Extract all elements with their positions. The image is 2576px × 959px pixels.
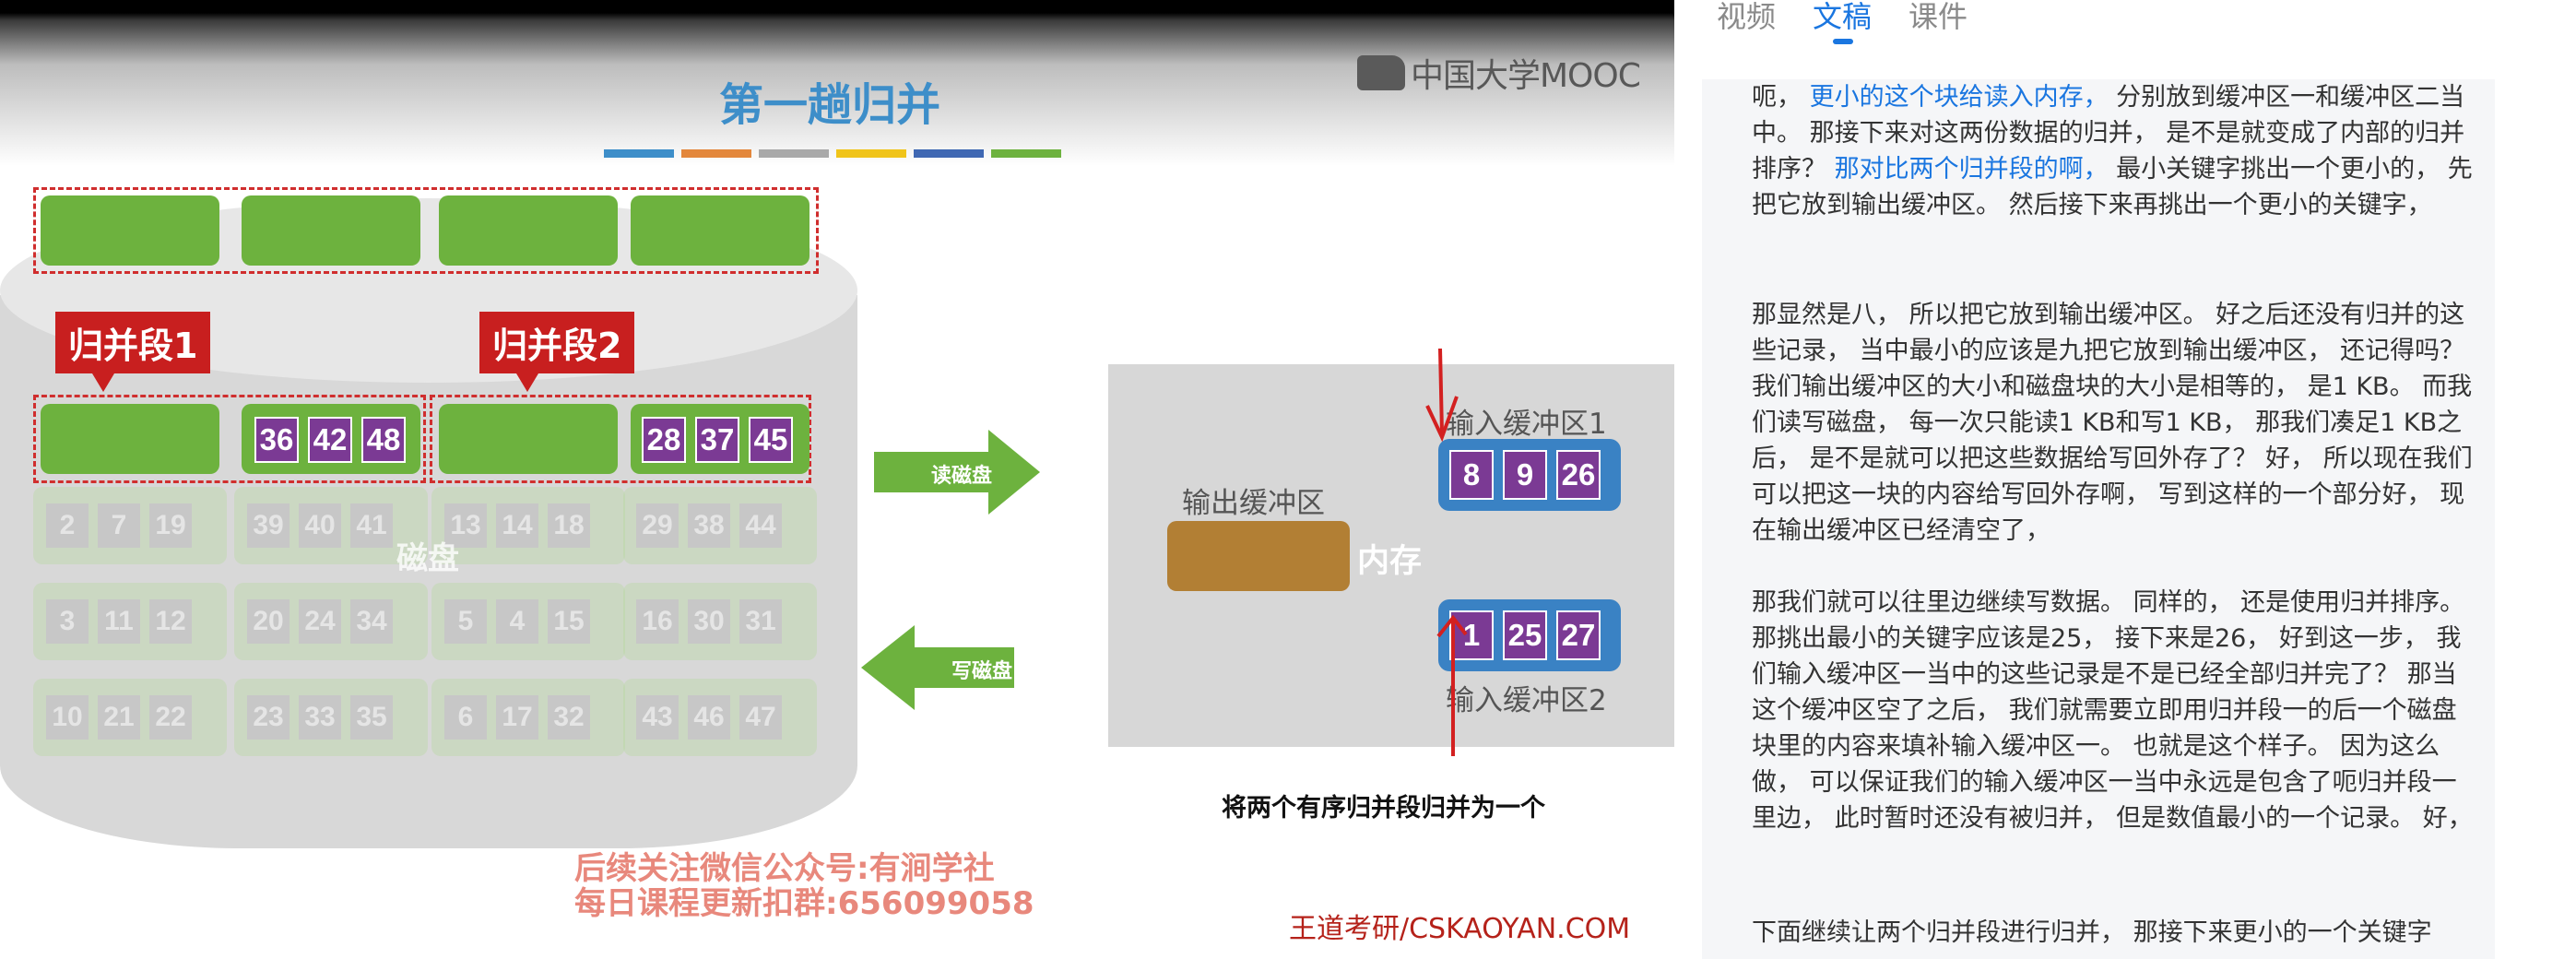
record-cell: 19	[149, 503, 192, 548]
segment1-tag: 归并段1	[55, 312, 211, 392]
color-bar-segment	[681, 149, 751, 158]
video-player[interactable]: 中国大学MOOC 第一趟归并 归并段1 归并段2 36 42 48 28 37 …	[0, 0, 1674, 959]
output-buffer	[1167, 521, 1350, 591]
record-cell: 18	[548, 503, 590, 548]
disk-block	[439, 195, 618, 266]
record-cell: 30	[688, 599, 730, 644]
color-bar-segment	[914, 149, 984, 158]
transcript-panel: 视频 文稿 课件 呃， 更小的这个块给读入内存， 分别放到缓冲区一和缓冲区二当中…	[1674, 0, 2576, 959]
memory-label: 内存	[1357, 543, 1423, 580]
record-cell: 38	[688, 503, 730, 548]
transcript-text-area[interactable]: 呃， 更小的这个块给读入内存， 分别放到缓冲区一和缓冲区二当中。 那接下来对这两…	[1702, 79, 2495, 959]
pen-annotation	[1425, 348, 1468, 756]
tab-transcript[interactable]: 文稿	[1813, 0, 1872, 44]
transcript-paragraph: 那我们就可以往里边继续写数据。 同样的， 还是使用归并排序。 那挑出最小的关键字…	[1752, 585, 2475, 836]
color-bar-segment	[991, 149, 1061, 158]
color-bar-segment	[604, 149, 674, 158]
write-disk-label: 写磁盘	[951, 660, 1013, 683]
segment2-empty-block	[439, 404, 618, 474]
record-cell: 39	[247, 503, 290, 548]
record-cell: 36	[254, 417, 299, 463]
record-cell: 33	[299, 695, 341, 740]
panel-tabs: 视频 文稿 课件	[1717, 0, 1967, 44]
transcript-paragraph: 呃， 更小的这个块给读入内存， 分别放到缓冲区一和缓冲区二当中。 那接下来对这两…	[1752, 79, 2475, 223]
record-cell: 29	[636, 503, 679, 548]
title-color-bar	[604, 149, 1061, 158]
record-cell: 20	[247, 599, 290, 644]
disk-block	[41, 195, 219, 266]
record-cell: 44	[739, 503, 782, 548]
record-cell: 34	[350, 599, 393, 644]
record-cell: 12	[149, 599, 192, 644]
read-disk-arrow: 读磁盘	[874, 430, 1092, 515]
transcript-paragraph: 那显然是八， 所以把它放到输出缓冲区。 好之后还没有归并的这些记录， 当中最小的…	[1752, 297, 2475, 549]
highlighted-sentence[interactable]: 更小的这个块给读入内存，	[1810, 83, 2109, 112]
record-cell: 31	[739, 599, 782, 644]
record-cell: 16	[636, 599, 679, 644]
mooc-logo-icon	[1357, 55, 1405, 90]
output-buffer-label: 输出缓冲区	[1182, 487, 1325, 520]
record-cell: 5	[444, 599, 487, 644]
record-cell: 2	[46, 503, 89, 548]
record-cell: 25	[1503, 610, 1547, 660]
record-cell: 24	[299, 599, 341, 644]
record-cell: 11	[98, 599, 140, 644]
transcript-sentence: 呃，	[1752, 83, 1810, 112]
record-cell: 17	[496, 695, 538, 740]
mooc-logo: 中国大学MOOC	[1357, 50, 1641, 96]
slide-title: 第一趟归并	[719, 79, 941, 131]
record-cell: 43	[636, 695, 679, 740]
record-cell: 4	[496, 599, 538, 644]
slide-footer: 王道考研/CSKAOYAN.COM	[1289, 913, 1631, 945]
color-bar-segment	[836, 149, 906, 158]
highlighted-sentence[interactable]: 那对比两个归并段的啊，	[1835, 155, 2109, 184]
slide-caption: 将两个有序归并段归并为一个	[1222, 794, 1545, 823]
record-cell: 48	[361, 417, 406, 463]
record-cell: 40	[299, 503, 341, 548]
read-disk-label: 读磁盘	[931, 465, 993, 488]
record-cell: 27	[1556, 610, 1601, 660]
record-cell: 26	[1556, 450, 1601, 500]
record-cell: 7	[98, 503, 140, 548]
record-cell: 3	[46, 599, 89, 644]
transcript-sentence: 下面继续让两个归并段进行归并， 那接下来更小的一个关键字	[1752, 918, 2432, 947]
transcript-paragraph: 下面继续让两个归并段进行归并， 那接下来更小的一个关键字	[1752, 915, 2475, 951]
record-cell: 37	[695, 417, 739, 463]
record-cell: 35	[350, 695, 393, 740]
disk-block	[242, 195, 420, 266]
record-cell: 45	[749, 417, 793, 463]
tab-courseware[interactable]: 课件	[1908, 0, 1967, 33]
record-cell: 14	[496, 503, 538, 548]
segment1-empty-block	[41, 404, 219, 474]
record-cell: 10	[46, 695, 89, 740]
transcript-sentence: 那显然是八， 所以把它放到输出缓冲区。 好之后还没有归并的这些记录， 当中最小的…	[1752, 301, 2473, 545]
segment2-tag: 归并段2	[479, 312, 635, 392]
record-cell: 28	[642, 417, 686, 463]
logo-text: 中国大学MOOC	[1411, 57, 1641, 95]
record-cell: 22	[149, 695, 192, 740]
disk-block	[631, 195, 809, 266]
write-disk-arrow: 写磁盘	[861, 625, 1079, 710]
record-cell: 23	[247, 695, 290, 740]
record-cell: 42	[308, 417, 352, 463]
watermark-line2: 每日课程更新扣群:656099058	[574, 885, 1034, 922]
tab-video[interactable]: 视频	[1717, 0, 1776, 33]
transcript-sentence: 那我们就可以往里边继续写数据。 同样的， 还是使用归并排序。 那挑出最小的关键字…	[1752, 588, 2473, 833]
record-cell: 9	[1503, 450, 1547, 500]
record-cell: 41	[350, 503, 393, 548]
disk-label: 磁盘	[396, 540, 459, 577]
record-cell: 47	[739, 695, 782, 740]
record-cell: 32	[548, 695, 590, 740]
record-cell: 6	[444, 695, 487, 740]
record-cell: 21	[98, 695, 140, 740]
record-cell: 15	[548, 599, 590, 644]
color-bar-segment	[759, 149, 829, 158]
record-cell: 46	[688, 695, 730, 740]
